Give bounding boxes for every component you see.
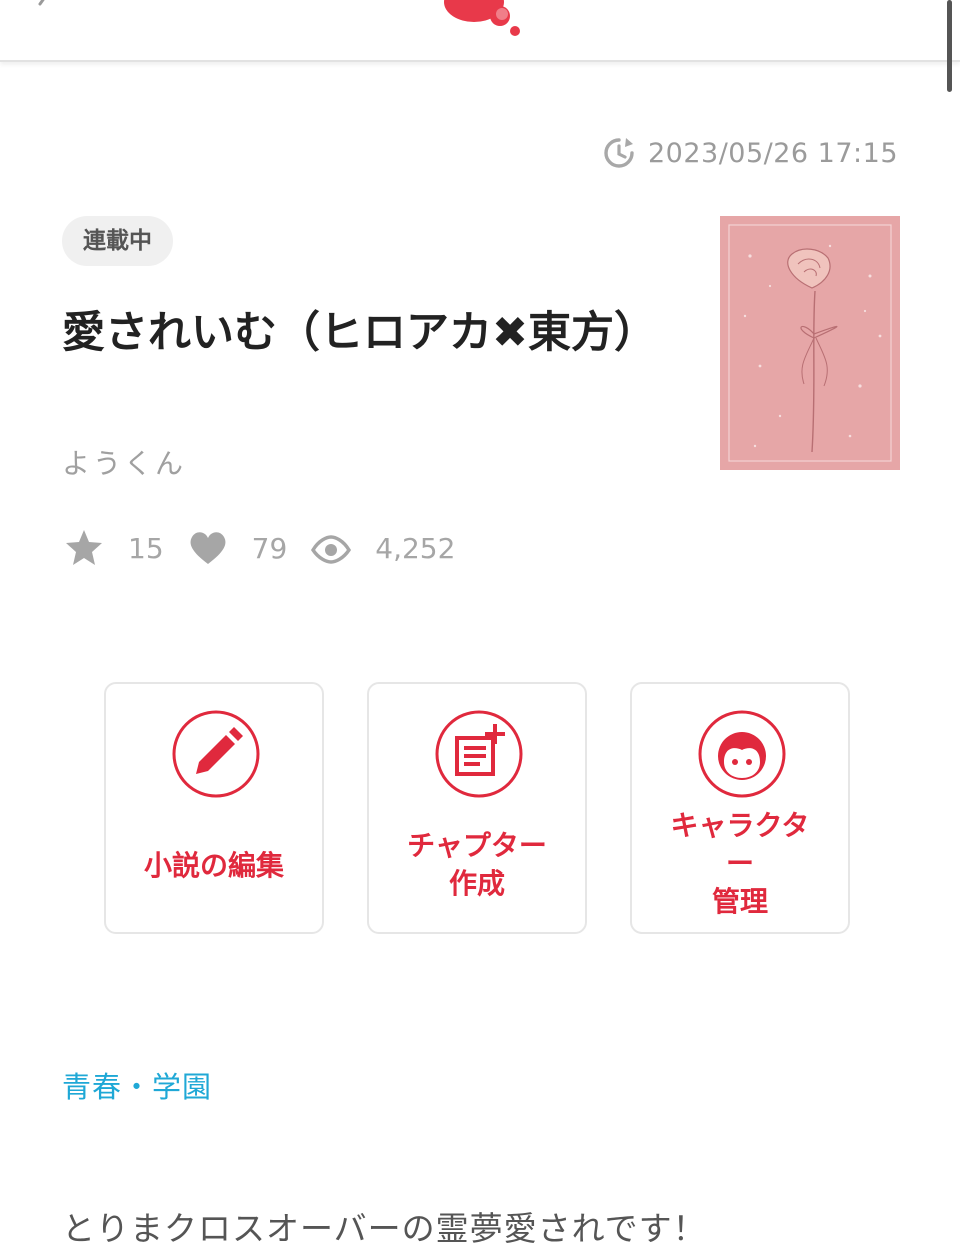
view-count: 4,252 bbox=[375, 531, 456, 565]
create-chapter-label-1: チャプター bbox=[407, 829, 547, 862]
top-bar bbox=[0, 0, 960, 62]
author-name[interactable]: ようくん bbox=[62, 442, 186, 482]
chevron-left-icon[interactable] bbox=[28, 0, 58, 16]
manage-characters-label-2: ー bbox=[725, 847, 754, 880]
updated-date-text: 2023/05/26 17:15 bbox=[647, 137, 898, 169]
manage-characters-label-1: キャラクタ bbox=[670, 809, 810, 842]
create-chapter-button[interactable]: チャプター 作成 bbox=[367, 682, 587, 934]
brand-logo-icon[interactable] bbox=[436, 0, 526, 38]
novel-title: 愛されいむ（ヒロアカ✖東方） bbox=[62, 308, 658, 358]
genre-link[interactable]: 青春・学園 bbox=[62, 1064, 212, 1106]
pencil-icon bbox=[172, 710, 260, 798]
edit-novel-label: 小説の編集 bbox=[143, 849, 284, 882]
manage-characters-label-3: 管理 bbox=[711, 885, 768, 918]
status-badge: 連載中 bbox=[62, 216, 173, 266]
star-count: 15 bbox=[128, 531, 164, 565]
eye-icon bbox=[311, 535, 352, 564]
rose-cover-image[interactable] bbox=[720, 216, 900, 470]
clock-refresh-icon bbox=[604, 138, 634, 168]
updated-date: 2023/05/26 17:15 bbox=[602, 136, 898, 170]
edit-novel-button[interactable]: 小説の編集 bbox=[104, 682, 324, 934]
add-note-icon bbox=[435, 710, 523, 798]
create-chapter-label-2: 作成 bbox=[448, 867, 505, 900]
scrollbar[interactable] bbox=[947, 0, 952, 92]
like-count: 79 bbox=[251, 531, 288, 565]
manage-characters-button[interactable]: キャラクタ ー 管理 bbox=[630, 682, 850, 934]
action-cards: 小説の編集 チャプター 作成 キャラクタ ー 管理 bbox=[104, 682, 850, 934]
face-icon bbox=[698, 710, 786, 798]
heart-icon[interactable] bbox=[186, 526, 230, 570]
novel-description: とりまクロスオーバーの霊夢愛されです！ bbox=[62, 1209, 707, 1248]
stats-row: 15 79 4,252 bbox=[62, 526, 477, 570]
star-icon[interactable] bbox=[62, 526, 106, 570]
